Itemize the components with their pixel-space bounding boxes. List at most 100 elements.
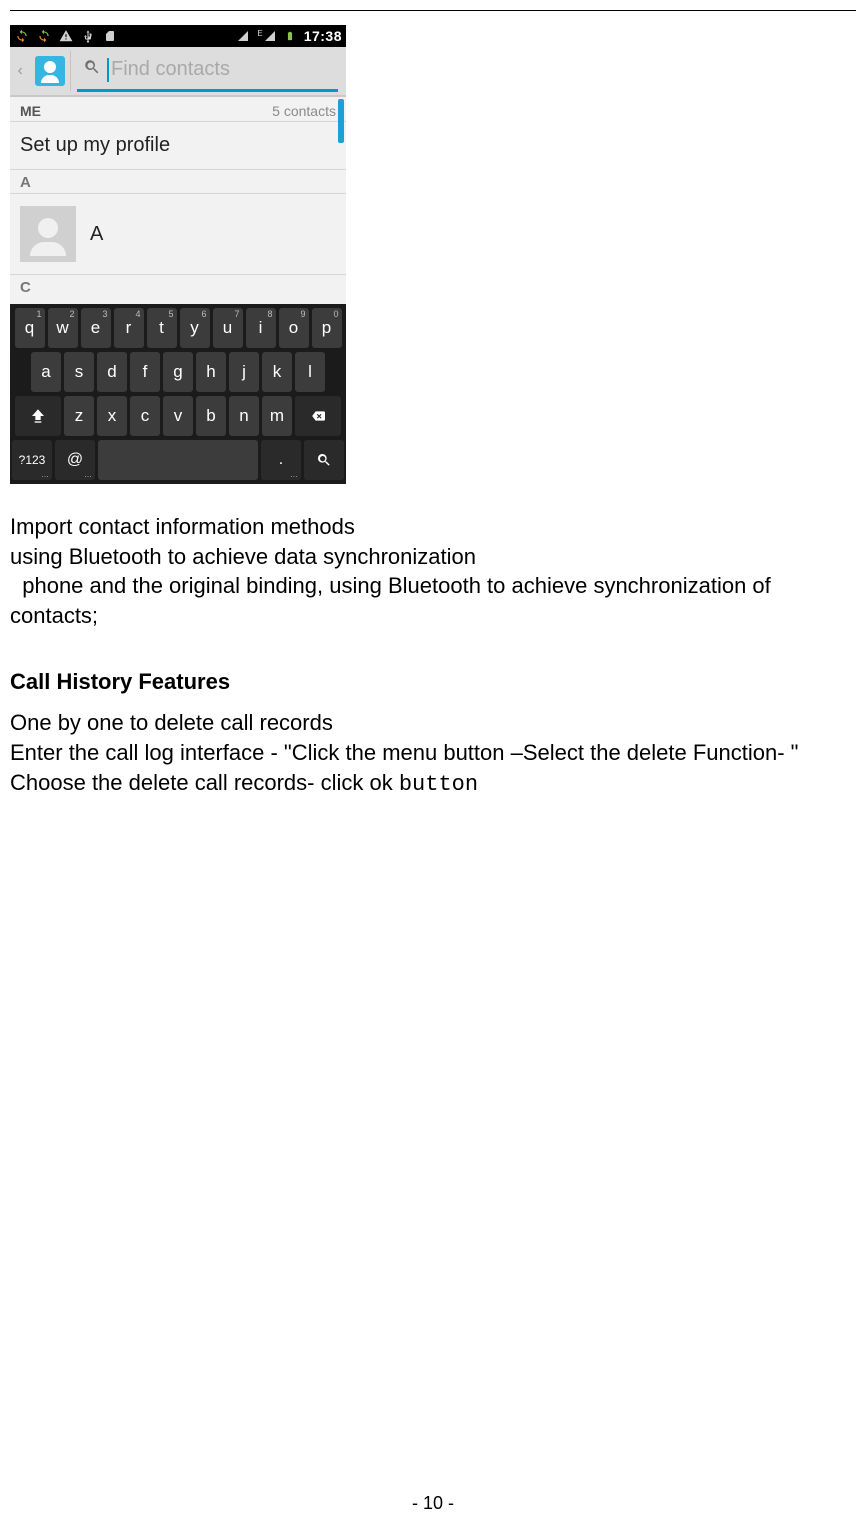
key-x[interactable]: x [97,396,127,436]
search-field[interactable]: Find contacts [77,51,338,92]
section-heading: Call History Features [10,667,856,697]
key-row-1: q1w2e3r4t5y6u7i8o9p0 [12,308,344,348]
soft-keyboard: q1w2e3r4t5y6u7i8o9p0 asdfghjkl zxcvbnm ?… [10,304,346,484]
search-icon [316,452,332,468]
sync-icon-2 [36,28,52,44]
key-row-3: zxcvbnm [12,396,344,436]
section-header-c: C [10,275,346,298]
usb-icon [80,28,96,44]
key-j[interactable]: j [229,352,259,392]
key-v[interactable]: v [163,396,193,436]
signal-sim2-wrap: E [257,30,275,42]
space-key[interactable] [98,440,258,480]
key-superscript: 7 [234,309,239,319]
key-superscript: 6 [201,309,206,319]
contact-name: A [90,223,103,246]
key-o[interactable]: o9 [279,308,309,348]
key-row-4: ?123 … @ … . … [12,440,344,480]
mono-text: button [399,772,478,797]
key-c[interactable]: c [130,396,160,436]
backspace-key[interactable] [295,396,341,436]
key-e[interactable]: e3 [81,308,111,348]
key-superscript: 2 [69,309,74,319]
key-superscript: 5 [168,309,173,319]
net-label: E [257,30,262,38]
key-row-2: asdfghjkl [12,352,344,392]
back-button[interactable] [10,47,30,95]
status-time: 17:38 [304,28,342,44]
key-z[interactable]: z [64,396,94,436]
text-cursor [107,58,109,82]
ellipsis-icon: … [84,470,92,479]
search-placeholder: Find contacts [111,58,230,81]
key-p[interactable]: p0 [312,308,342,348]
key-b[interactable]: b [196,396,226,436]
enter-search-key[interactable] [304,440,344,480]
contacts-count: 5 contacts [272,103,336,119]
paragraph: Enter the call log interface - "Click th… [10,738,856,799]
search-icon [83,58,101,81]
key-n[interactable]: n [229,396,259,436]
key-superscript: 0 [333,309,338,319]
paragraph: using Bluetooth to achieve data synchron… [10,542,856,572]
key-q[interactable]: q1 [15,308,45,348]
key-f[interactable]: f [130,352,160,392]
key-t[interactable]: t5 [147,308,177,348]
symbols-label: ?123 [19,453,46,467]
app-bar: Find contacts [10,47,346,97]
ellipsis-icon: … [290,470,298,479]
signal-sim1-icon [235,28,251,44]
at-label: @ [67,451,83,469]
sd-icon [102,28,118,44]
status-left [14,28,118,44]
avatar [20,206,76,262]
sync-icon [14,28,30,44]
paragraph: phone and the original binding, using Bl… [10,571,856,630]
key-h[interactable]: h [196,352,226,392]
period-label: . [279,451,283,469]
top-rule [10,10,856,11]
key-m[interactable]: m [262,396,292,436]
key-superscript: 1 [36,309,41,319]
key-u[interactable]: u7 [213,308,243,348]
at-key[interactable]: @ … [55,440,95,480]
scroll-indicator[interactable] [338,99,344,143]
setup-profile-row[interactable]: Set up my profile [10,122,346,170]
key-superscript: 4 [135,309,140,319]
key-k[interactable]: k [262,352,292,392]
phone-screenshot: E 17:38 Find contacts [10,25,346,484]
person-icon [35,56,65,86]
key-s[interactable]: s [64,352,94,392]
key-d[interactable]: d [97,352,127,392]
status-right: E 17:38 [235,28,342,44]
page-number: - 10 - [0,1493,866,1514]
backspace-icon [308,409,328,423]
symbols-key[interactable]: ?123 … [12,440,52,480]
key-r[interactable]: r4 [114,308,144,348]
contact-row-a[interactable]: A [10,194,346,275]
paragraph: One by one to delete call records [10,708,856,738]
contacts-app-icon[interactable] [30,51,71,91]
ellipsis-icon: … [41,470,49,479]
battery-icon [282,28,298,44]
warning-icon [58,28,74,44]
key-a[interactable]: a [31,352,61,392]
contacts-list[interactable]: ME 5 contacts Set up my profile A A C [10,97,346,304]
status-bar: E 17:38 [10,25,346,47]
paragraph: Import contact information methods [10,512,856,542]
key-l[interactable]: l [295,352,325,392]
key-w[interactable]: w2 [48,308,78,348]
shift-icon [30,408,46,424]
key-superscript: 3 [102,309,107,319]
chevron-left-icon [15,62,25,80]
shift-key[interactable] [15,396,61,436]
signal-sim2-icon [264,30,276,42]
key-superscript: 8 [267,309,272,319]
key-y[interactable]: y6 [180,308,210,348]
section-header-a: A [10,170,346,194]
document-body: Import contact information methods using… [10,512,856,800]
key-g[interactable]: g [163,352,193,392]
key-i[interactable]: i8 [246,308,276,348]
period-key[interactable]: . … [261,440,301,480]
key-superscript: 9 [300,309,305,319]
